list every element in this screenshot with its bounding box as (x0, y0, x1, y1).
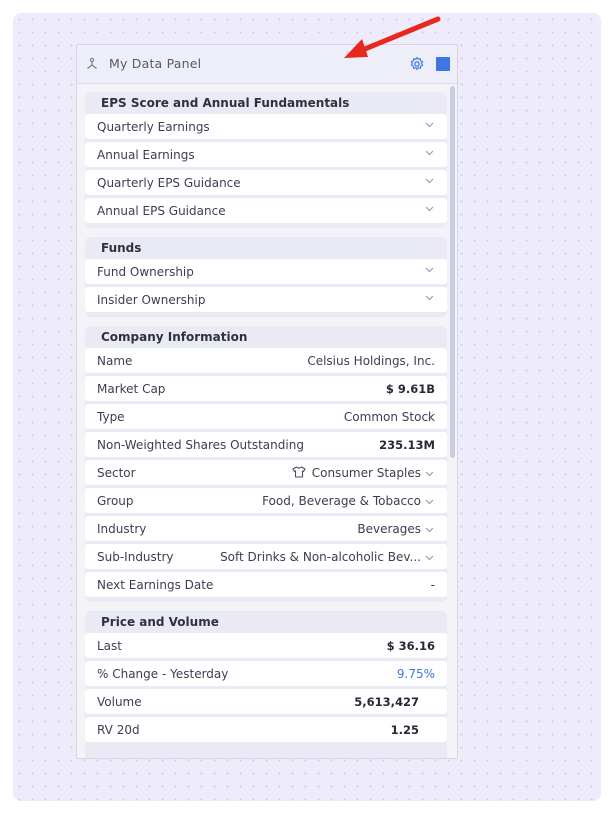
row-label: Next Earnings Date (97, 578, 214, 592)
dropdown-annual-earnings[interactable]: Annual Earnings (85, 142, 447, 167)
scrollbar-thumb[interactable] (450, 86, 455, 458)
dropdown-fund-ownership[interactable]: Fund Ownership (85, 259, 447, 284)
row-value: Beverages (357, 522, 421, 536)
row-label: Annual Earnings (97, 148, 195, 162)
chevron-down-icon (425, 499, 434, 504)
panel-content[interactable]: EPS Score and Annual Fundamentals Quarte… (77, 84, 457, 758)
red-arrow-annotation (344, 16, 441, 58)
row-value-group: Soft Drinks & Non-alcoholic Bev... (220, 550, 434, 564)
price-row-change-yesterday: % Change - Yesterday 9.75% (85, 661, 447, 686)
company-row-sub-industry[interactable]: Sub-Industry Soft Drinks & Non-alcoholic… (85, 544, 447, 569)
company-row-next-earnings-date: Next Earnings Date - (85, 572, 447, 597)
company-row-sector[interactable]: Sector Consumer Staples (85, 460, 447, 485)
price-row-rv-20d: RV 20d 1.25 (85, 717, 447, 742)
company-row-industry[interactable]: Industry Beverages (85, 516, 447, 541)
company-row-group[interactable]: Group Food, Beverage & Tobacco (85, 488, 447, 513)
row-value: Food, Beverage & Tobacco (262, 494, 421, 508)
tshirt-icon (292, 466, 306, 478)
section-price-and-volume: Price and Volume Last $ 36.16 % Change -… (85, 611, 447, 758)
company-row-type: Type Common Stock (85, 404, 447, 429)
dropdown-quarterly-eps-guidance[interactable]: Quarterly EPS Guidance (85, 170, 447, 195)
row-value-group: Consumer Staples (292, 466, 434, 480)
row-label: Insider Ownership (97, 293, 206, 307)
row-value-group: Beverages (357, 522, 434, 536)
chevron-down-icon (425, 527, 434, 532)
price-row-volume: Volume 5,613,427 (85, 689, 447, 714)
row-value: Soft Drinks & Non-alcoholic Bev... (220, 550, 421, 564)
row-value: Consumer Staples (311, 466, 421, 480)
row-label: Last (97, 639, 122, 653)
row-label: Name (97, 354, 133, 368)
row-label: % Change - Yesterday (97, 667, 229, 681)
section-funds: Funds Fund Ownership Insider Ownership (85, 237, 447, 317)
chevron-down-icon (425, 555, 434, 560)
row-label: RV 20d (97, 723, 140, 737)
panel-title: My Data Panel (109, 56, 202, 71)
company-row-market-cap: Market Cap $ 9.61B (85, 376, 447, 401)
row-label: Sub-Industry (97, 550, 174, 564)
connection-icon[interactable] (85, 57, 99, 71)
section-title: Funds (101, 241, 142, 255)
chevron-down-icon (425, 267, 434, 273)
row-label: Volume (97, 695, 142, 709)
company-row-name: Name Celsius Holdings, Inc. (85, 348, 447, 373)
company-row-shares-outstanding: Non-Weighted Shares Outstanding 235.13M (85, 432, 447, 457)
section-title: Price and Volume (101, 615, 219, 629)
row-label: Type (97, 410, 125, 424)
chevron-down-icon (425, 178, 434, 184)
row-value: 5,613,427 (354, 695, 419, 709)
chevron-down-icon (425, 295, 434, 301)
dropdown-annual-eps-guidance[interactable]: Annual EPS Guidance (85, 198, 447, 223)
row-value: Celsius Holdings, Inc. (307, 354, 435, 368)
dropdown-quarterly-earnings[interactable]: Quarterly Earnings (85, 114, 447, 139)
data-panel: My Data Panel EPS Score and Annual Funda… (76, 44, 458, 759)
dropdown-insider-ownership[interactable]: Insider Ownership (85, 287, 447, 312)
row-value: $ 36.16 (386, 639, 435, 653)
chevron-down-icon (425, 150, 434, 156)
section-eps: EPS Score and Annual Fundamentals Quarte… (85, 92, 447, 228)
row-label: Quarterly Earnings (97, 120, 210, 134)
row-value: - (430, 578, 435, 592)
row-label: Quarterly EPS Guidance (97, 176, 241, 190)
section-company-information: Company Information Name Celsius Holding… (85, 326, 447, 602)
row-label: Fund Ownership (97, 265, 194, 279)
row-value: 1.25 (390, 723, 419, 737)
chevron-down-icon (425, 122, 434, 128)
section-title: Company Information (101, 330, 248, 344)
row-value: 235.13M (379, 438, 435, 452)
row-value-group: Food, Beverage & Tobacco (262, 494, 434, 508)
row-label: Annual EPS Guidance (97, 204, 226, 218)
row-value: $ 9.61B (385, 382, 435, 396)
chevron-down-icon (425, 471, 434, 476)
row-label: Industry (97, 522, 147, 536)
row-label: Sector (97, 466, 136, 480)
row-value: 9.75% (396, 667, 435, 681)
section-title: EPS Score and Annual Fundamentals (101, 96, 350, 110)
row-value: Common Stock (343, 410, 435, 424)
row-label: Market Cap (97, 382, 166, 396)
row-label: Group (97, 494, 134, 508)
row-label: Non-Weighted Shares Outstanding (97, 438, 304, 452)
price-row-last: Last $ 36.16 (85, 633, 447, 658)
chevron-down-icon (425, 206, 434, 212)
